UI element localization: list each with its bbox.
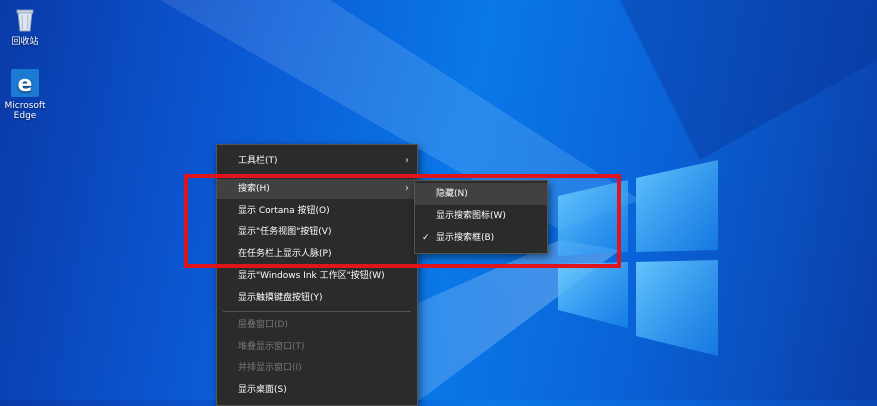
menu-item-side-by-side-windows: 并排显示窗口(I) <box>217 358 417 378</box>
desktop-icon-edge[interactable]: e Microsoft Edge <box>0 68 52 121</box>
menu-item-label: 显示"Windows Ink 工作区"按钮(W) <box>238 271 385 281</box>
svg-text:e: e <box>18 72 33 97</box>
menu-item-label: 并排显示窗口(I) <box>238 363 302 373</box>
menu-item-stack-windows: 堆叠显示窗口(T) <box>217 337 417 357</box>
desktop-icon-recycle-bin[interactable]: 回收站 <box>0 4 52 47</box>
menu-item-cascade-windows: 层叠窗口(D) <box>217 315 417 335</box>
highlight-annotation-box <box>184 174 621 268</box>
recycle-bin-icon <box>10 4 40 34</box>
menu-item-label: 显示触摸键盘按钮(Y) <box>238 293 323 303</box>
menu-item-show-desktop[interactable]: 显示桌面(S) <box>217 380 417 400</box>
menu-item-label: 堆叠显示窗口(T) <box>238 342 305 352</box>
menu-item-label: 工具栏(T) <box>238 156 278 166</box>
menu-separator <box>223 311 411 312</box>
menu-item-toolbars[interactable]: 工具栏(T) › <box>217 151 417 171</box>
desktop-icon-label: 回收站 <box>11 37 39 47</box>
chevron-right-icon: › <box>405 155 409 166</box>
menu-item-show-windows-ink-button[interactable]: 显示"Windows Ink 工作区"按钮(W) <box>217 266 417 286</box>
menu-item-label: 显示桌面(S) <box>238 385 287 395</box>
edge-icon: e <box>10 68 40 98</box>
desktop-icon-label: Microsoft Edge <box>4 101 46 121</box>
menu-item-label: 层叠窗口(D) <box>238 320 288 330</box>
menu-item-show-touch-keyboard-button[interactable]: 显示触摸键盘按钮(Y) <box>217 288 417 308</box>
